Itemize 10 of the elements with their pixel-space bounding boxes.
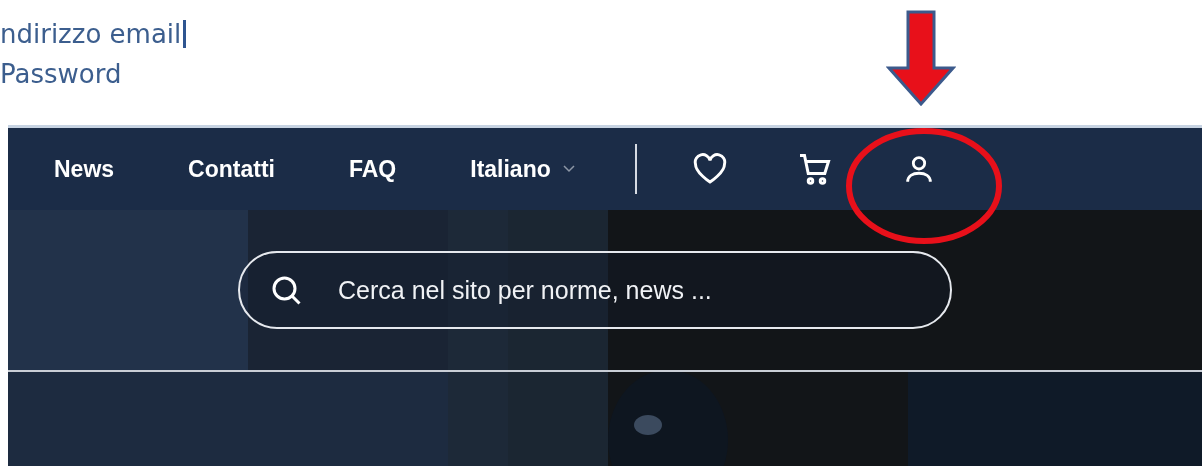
form-label: ndirizzo email [0, 19, 182, 49]
chevron-down-icon [562, 165, 575, 173]
nav-link[interactable]: FAQ [348, 155, 397, 183]
nav-link[interactable]: Contatti [188, 155, 275, 183]
text-cursor [183, 20, 187, 48]
nav-link[interactable]: News [54, 155, 115, 183]
heart-icon[interactable] [691, 153, 728, 185]
search-field[interactable]: Cerca nel sito per norme, news ... [238, 251, 952, 329]
form-label: Password [0, 59, 122, 89]
language-selector[interactable]: Italiano [470, 155, 575, 183]
